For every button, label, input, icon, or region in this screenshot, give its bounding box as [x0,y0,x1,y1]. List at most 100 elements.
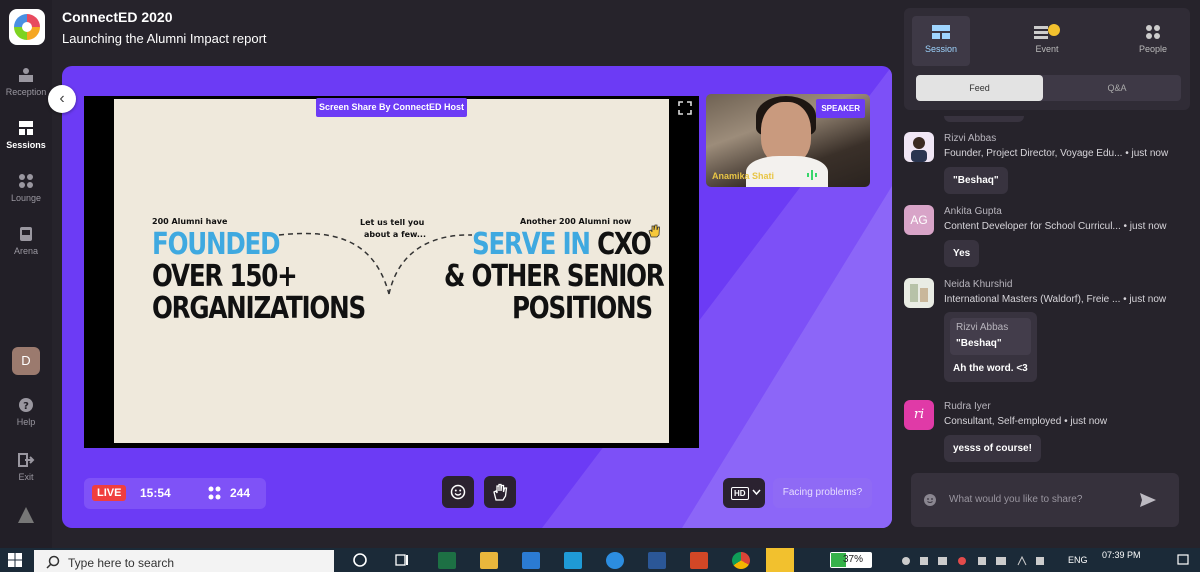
message-author: Neida Khurshid [944,279,1013,290]
message-bubble: "Beshaq" [944,167,1008,194]
live-status-bar: LIVE 15:54 244 [84,478,266,509]
message-author: Rudra Iyer [944,401,991,412]
raise-hand-button[interactable] [484,476,516,508]
sessions-icon [19,121,33,135]
message-composer[interactable]: What would you like to share? [911,473,1179,527]
avatar[interactable] [904,132,934,162]
help-label: Help [16,417,36,427]
sidebar-item-arena[interactable]: Arena [0,225,52,256]
help-icon: ? [19,398,33,412]
tray-icons [902,555,1044,566]
avatar[interactable]: ri [904,400,934,430]
sidebar-item-lounge[interactable]: Lounge [0,172,52,203]
sidebar-item-sessions[interactable]: Sessions [0,119,52,150]
avatar[interactable]: AG [904,205,934,235]
cortana-icon[interactable] [352,552,368,568]
clock[interactable]: 07:39 PM [1102,550,1141,560]
sidebar-item-label: Lounge [10,193,42,203]
slide-mid-caption-1: Let us tell you [360,218,425,227]
language-indicator[interactable]: ENG [1068,555,1088,565]
notifications-icon[interactable] [1176,553,1190,567]
video-quality-select[interactable]: HD [723,478,765,508]
tab-session[interactable]: Session [912,16,970,66]
powerpoint-icon[interactable] [690,552,708,569]
event-tab-icon [1034,24,1060,39]
author-title-text: International Masters (Waldorf), Freie .… [944,294,1121,305]
system-tray-icons[interactable] [900,554,1050,566]
message-time: • just now [1125,148,1169,159]
brand-logo-icon: ri [913,407,925,422]
attendee-count: 244 [230,486,251,500]
help-button[interactable]: ? Help [0,396,52,427]
reception-icon [19,68,33,82]
hd-label: HD [731,487,749,500]
quoted-text: "Beshaq" [956,338,1002,349]
arena-icon [20,227,32,241]
exit-button[interactable]: Exit [0,451,52,482]
smiley-icon [450,484,466,500]
sidebar-item-reception[interactable]: Reception [0,66,52,97]
collapse-sidebar-button[interactable]: ‹ [48,85,76,113]
active-app-icon[interactable] [766,548,794,572]
chrome-icon[interactable] [732,552,750,569]
live-badge: LIVE [92,485,127,501]
slide-right-line2: & OTHER SENIOR [444,259,665,294]
tab-label: Session [924,44,958,54]
user-photo-icon [910,284,928,302]
tab-qa[interactable]: Q&A [1053,75,1181,101]
message-bubble: Rizvi Abbas "Beshaq" Ah the word. <3 [944,312,1037,382]
store-icon[interactable] [522,552,540,569]
session-title: Launching the Alumni Impact report [62,31,267,46]
search-icon [46,555,60,569]
right-panel-header: Session Event People Feed Q&A [904,8,1190,110]
slide-right-line1-rest: CXO [589,227,652,262]
message-author-title: Content Developer for School Curricul...… [944,221,1167,232]
author-title-text: Consultant, Self-employed [944,416,1062,427]
composer-input[interactable]: What would you like to share? [949,494,1082,505]
tab-event[interactable]: Event [1018,16,1076,66]
emoji-icon[interactable] [923,493,937,507]
people-tab-icon [1146,25,1160,39]
message-author: Ankita Gupta [944,206,1002,217]
message-bubble: yesss of course! [944,435,1041,462]
feed-qa-toggle: Feed Q&A [916,75,1181,101]
message-author: Rizvi Abbas [944,133,997,144]
avatar[interactable] [904,278,934,308]
windows-start-icon[interactable] [8,553,22,567]
file-explorer-icon[interactable] [480,552,498,569]
quoted-message: Rizvi Abbas "Beshaq" [950,318,1031,355]
reactions-button[interactable] [442,476,474,508]
tab-people[interactable]: People [1124,16,1182,66]
excel-icon[interactable] [438,552,456,569]
word-icon[interactable] [648,552,666,569]
exit-label: Exit [18,472,34,482]
tab-feed[interactable]: Feed [916,75,1043,101]
taskbar-search[interactable]: Type here to search [34,550,334,572]
exit-icon [18,453,35,467]
chevron-left-icon: ‹ [59,90,65,107]
attendees-icon [208,486,221,500]
slide-right-line1-highlight: SERVE IN [472,227,591,262]
quoted-author: Rizvi Abbas [956,322,1009,333]
facing-problems-button[interactable]: Facing problems? [773,478,872,508]
battery-indicator[interactable]: 37% [830,552,872,568]
user-photo-icon [911,137,927,162]
message-time: • just now [1064,416,1108,427]
lounge-icon [19,174,33,188]
fullscreen-icon[interactable] [678,101,692,115]
speaker-video[interactable]: SPEAKER Anamika Shati [706,94,870,187]
edge-icon[interactable] [606,552,624,569]
app-l-icon[interactable] [564,552,582,569]
screen-share-label: Screen Share By ConnectED Host [316,98,467,117]
left-sidebar: Reception Sessions Lounge Arena D ? Help… [0,0,52,548]
speaker-badge: SPEAKER [816,99,865,118]
message-text: Ah the word. <3 [953,363,1028,374]
message-author-title: Consultant, Self-employed • just now [944,416,1107,427]
message-author-title: International Masters (Waldorf), Freie .… [944,294,1166,305]
message-time: • just now [1123,294,1167,305]
task-view-icon[interactable] [394,552,410,568]
app-logo[interactable] [9,9,45,45]
user-avatar[interactable]: D [12,347,40,375]
send-icon[interactable] [1139,492,1157,508]
taskbar-search-placeholder: Type here to search [68,556,175,570]
